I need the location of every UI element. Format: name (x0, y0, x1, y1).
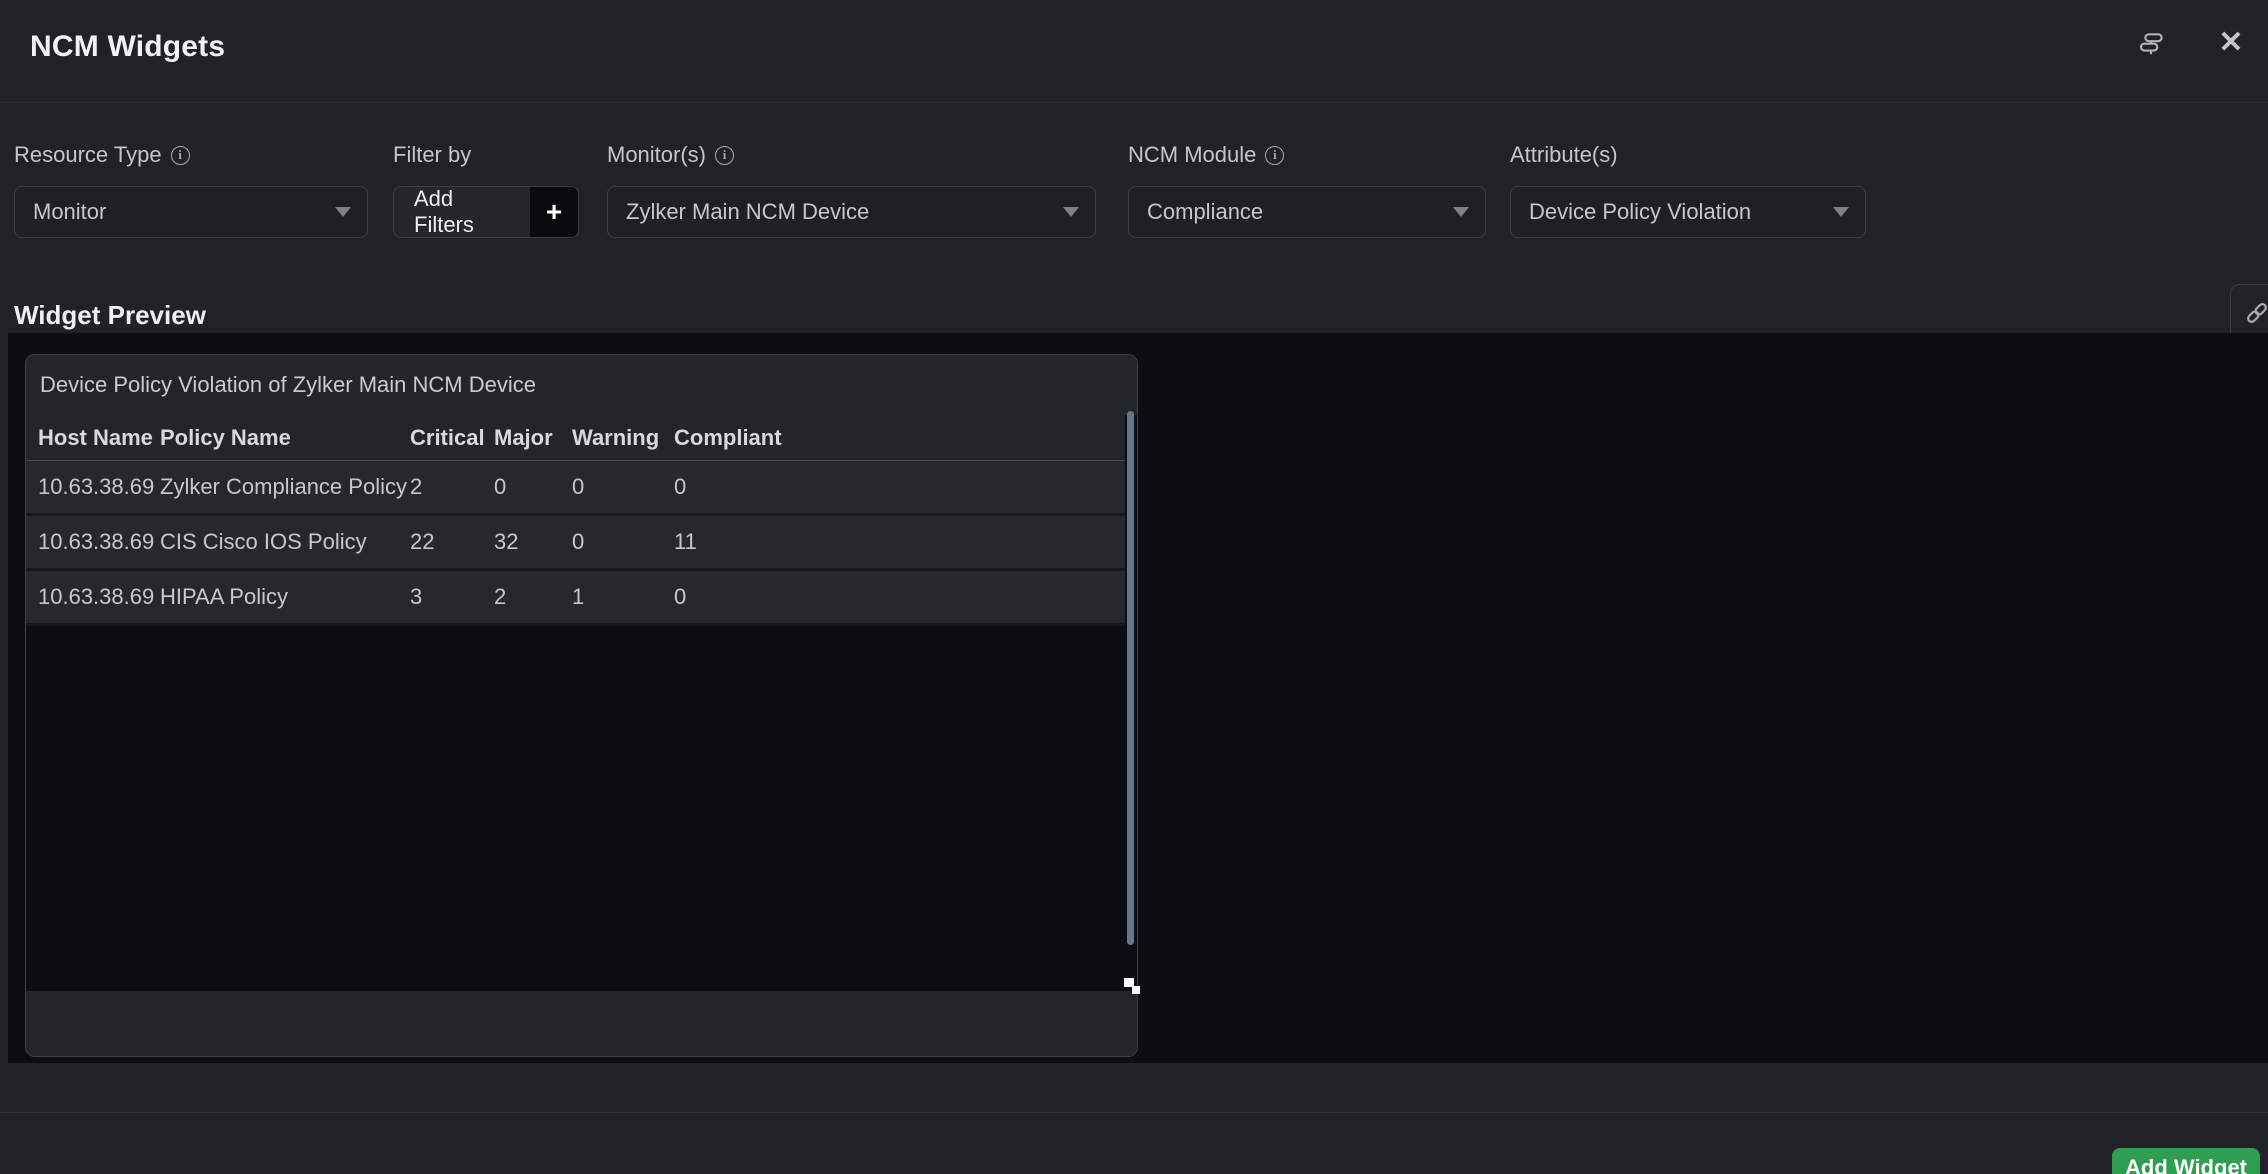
dialog-footer: Add Widget (0, 1112, 2268, 1174)
widget-preview-panel: Device Policy Violation of Zylker Main N… (25, 354, 1138, 1057)
dropdown-caret-icon (1453, 207, 1469, 217)
add-filters-control[interactable]: Add Filters + (393, 186, 579, 238)
close-button[interactable]: ✕ (2214, 26, 2248, 60)
table-cell: 0 (494, 474, 572, 500)
table-cell: HIPAA Policy (160, 584, 410, 610)
dialog-header: NCM Widgets ✕ (0, 0, 2268, 103)
column-header[interactable]: Warning (572, 425, 674, 451)
column-header[interactable]: Major (494, 425, 572, 451)
table-cell: 0 (572, 474, 674, 500)
table-row[interactable]: 10.63.38.69Zylker Compliance Policy2000 (26, 461, 1125, 516)
column-header[interactable]: Compliant (674, 425, 1125, 451)
table-cell: Zylker Compliance Policy (160, 474, 410, 500)
table-cell: 0 (674, 474, 1125, 500)
info-icon[interactable]: i (1265, 146, 1284, 165)
link-icon (2243, 299, 2268, 327)
ncm-module-group: NCM Module i Compliance (1128, 140, 1486, 238)
ncm-module-label-text: NCM Module (1128, 142, 1256, 168)
table-cell: 10.63.38.69 (38, 529, 160, 555)
widget-preview-heading: Widget Preview (14, 300, 206, 331)
table-cell: 2 (494, 584, 572, 610)
table-row[interactable]: 10.63.38.69CIS Cisco IOS Policy2232011 (26, 516, 1125, 571)
monitors-group: Monitor(s) i Zylker Main NCM Device (607, 140, 1096, 238)
widget-layout-icon (2136, 28, 2166, 58)
table-cell: 10.63.38.69 (38, 474, 160, 500)
table-header-row: Host NamePolicy NameCriticalMajorWarning… (26, 415, 1125, 461)
widget-preview-area: Device Policy Violation of Zylker Main N… (8, 333, 2268, 1063)
vertical-scrollbar[interactable] (1127, 411, 1134, 945)
widget-footer (26, 991, 1137, 1056)
table-row[interactable]: 10.63.38.69HIPAA Policy3210 (26, 571, 1125, 626)
attributes-label: Attribute(s) (1510, 140, 1866, 170)
widget-layout-button[interactable] (2134, 26, 2168, 60)
table-cell: 3 (410, 584, 494, 610)
resource-type-dropdown[interactable]: Monitor (14, 186, 368, 238)
monitors-value: Zylker Main NCM Device (626, 199, 869, 225)
resource-type-value: Monitor (33, 199, 106, 225)
monitors-label: Monitor(s) i (607, 140, 1096, 170)
table-cell: 22 (410, 529, 494, 555)
add-widget-button[interactable]: Add Widget (2112, 1148, 2260, 1174)
attributes-value: Device Policy Violation (1529, 199, 1751, 225)
attributes-group: Attribute(s) Device Policy Violation (1510, 140, 1866, 238)
attributes-dropdown[interactable]: Device Policy Violation (1510, 186, 1866, 238)
add-filters-button[interactable]: Add Filters (394, 187, 530, 237)
close-icon: ✕ (2218, 28, 2243, 58)
table-cell: 10.63.38.69 (38, 584, 160, 610)
attributes-label-text: Attribute(s) (1510, 142, 1618, 168)
table-cell: 0 (572, 529, 674, 555)
filter-by-group: Filter by Add Filters + (393, 140, 579, 238)
table-cell: 32 (494, 529, 572, 555)
ncm-module-dropdown[interactable]: Compliance (1128, 186, 1486, 238)
table-body: 10.63.38.69Zylker Compliance Policy20001… (26, 461, 1137, 626)
table-cell: 0 (674, 584, 1125, 610)
monitors-label-text: Monitor(s) (607, 142, 706, 168)
page-title: NCM Widgets (30, 30, 225, 64)
widget-title: Device Policy Violation of Zylker Main N… (26, 355, 1137, 415)
ncm-module-label: NCM Module i (1128, 140, 1486, 170)
dropdown-caret-icon (1063, 207, 1079, 217)
resource-type-group: Resource Type i Monitor (14, 140, 368, 238)
info-icon[interactable]: i (171, 146, 190, 165)
plus-icon[interactable]: + (530, 187, 578, 237)
dropdown-caret-icon (335, 207, 351, 217)
column-header[interactable]: Policy Name (160, 425, 410, 451)
table-cell: 2 (410, 474, 494, 500)
resource-type-label-text: Resource Type (14, 142, 162, 168)
dropdown-caret-icon (1833, 207, 1849, 217)
table-cell: CIS Cisco IOS Policy (160, 529, 410, 555)
info-icon[interactable]: i (715, 146, 734, 165)
ncm-module-value: Compliance (1147, 199, 1263, 225)
resource-type-label: Resource Type i (14, 140, 368, 170)
filter-by-label: Filter by (393, 140, 579, 170)
column-header[interactable]: Critical (410, 425, 494, 451)
filter-by-label-text: Filter by (393, 142, 471, 168)
table-cell: 1 (572, 584, 674, 610)
table-cell: 11 (674, 529, 1125, 555)
header-actions: ✕ (2134, 26, 2248, 60)
monitors-dropdown[interactable]: Zylker Main NCM Device (607, 186, 1096, 238)
resize-corner-icon[interactable] (1124, 978, 1142, 996)
column-header[interactable]: Host Name (38, 425, 160, 451)
